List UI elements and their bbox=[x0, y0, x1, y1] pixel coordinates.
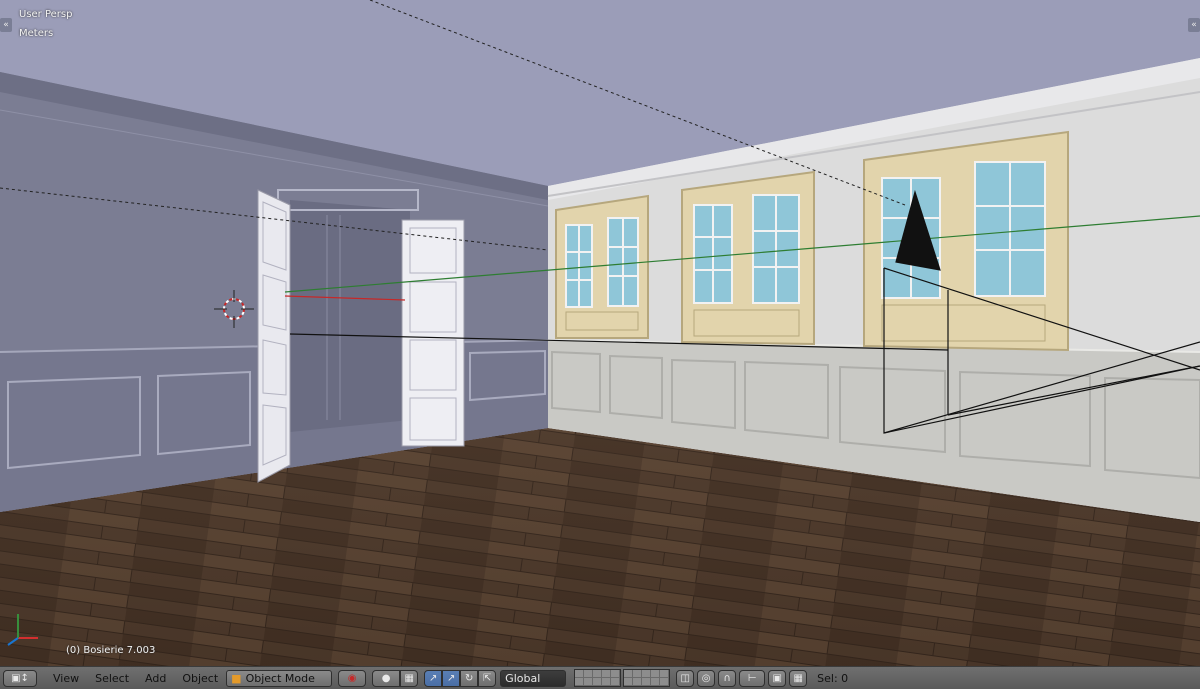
rotate-button[interactable]: ↻ bbox=[460, 669, 479, 687]
door-right bbox=[401, 219, 465, 447]
pivot-group: ● ▦ bbox=[372, 669, 419, 687]
lock-layers-button[interactable]: ◫ bbox=[676, 669, 695, 687]
mode-label: Object Mode bbox=[245, 671, 315, 685]
snap-element-icon: ⊢ bbox=[747, 672, 757, 684]
shading-button[interactable]: ◉ bbox=[338, 669, 367, 687]
updown-icon: ↕ bbox=[20, 672, 29, 684]
layer-block-1[interactable] bbox=[574, 669, 622, 687]
properties-toggle-button[interactable]: « bbox=[1188, 18, 1200, 32]
rotate-icon: ↻ bbox=[464, 672, 474, 684]
orange-cube-icon: ■ bbox=[231, 671, 242, 685]
clapper-icon: ▦ bbox=[793, 672, 803, 684]
scale-icon: ⇱ bbox=[482, 672, 492, 684]
units-label: Meters bbox=[19, 28, 54, 39]
arrow-icon: ↗ bbox=[446, 672, 456, 684]
mode-dropdown[interactable]: ■ Object Mode bbox=[226, 669, 333, 687]
view-name-label: User Persp bbox=[19, 9, 73, 20]
axis-icon: ↗ bbox=[428, 672, 438, 684]
layer-block-2[interactable] bbox=[623, 669, 671, 687]
3d-viewport[interactable]: User Persp Meters (0) Bosierie 7.003 « « bbox=[0, 0, 1200, 666]
camera-icon: ▣ bbox=[772, 672, 782, 684]
scene-render bbox=[0, 0, 1200, 666]
cube-icon: ▣ bbox=[11, 672, 21, 684]
grid-icon: ▦ bbox=[404, 672, 414, 684]
pivot-icon: ● bbox=[381, 672, 391, 684]
pivot-button[interactable]: ● bbox=[372, 669, 401, 687]
scale-button[interactable]: ⇱ bbox=[478, 669, 497, 687]
magnet-icon: ∩ bbox=[723, 672, 731, 684]
menu-object[interactable]: Object bbox=[182, 672, 218, 685]
opengl-anim-button[interactable]: ▦ bbox=[789, 669, 808, 687]
editor-type-button[interactable]: ▣ ↕ bbox=[3, 669, 37, 687]
selection-status: Sel: 0 bbox=[817, 671, 849, 685]
window-2 bbox=[681, 170, 815, 346]
manipulator-toggle[interactable]: ↗ bbox=[424, 669, 443, 687]
snap-element-button[interactable]: ⊢ bbox=[739, 669, 766, 687]
window-1 bbox=[555, 194, 649, 339]
manipulator-group: ↗ ↗ ↻ ⇱ bbox=[424, 669, 497, 687]
viewport-header: ▣ ↕ View Select Add Object ■ Object Mode … bbox=[0, 666, 1200, 689]
orientation-dropdown[interactable]: Global bbox=[500, 669, 567, 687]
active-object-label: (0) Bosierie 7.003 bbox=[66, 645, 156, 656]
lock-icon: ◫ bbox=[680, 672, 690, 684]
layers-widget[interactable] bbox=[572, 669, 671, 687]
shading-sphere-icon: ◉ bbox=[347, 672, 357, 684]
menu-add[interactable]: Add bbox=[145, 672, 166, 685]
snap-icon-button[interactable]: ▦ bbox=[400, 669, 419, 687]
proportional-edit-button[interactable]: ◎ bbox=[697, 669, 716, 687]
proportional-icon: ◎ bbox=[701, 672, 711, 684]
snap-button[interactable]: ∩ bbox=[718, 669, 737, 687]
toolshelf-toggle-button[interactable]: « bbox=[0, 18, 12, 32]
opengl-render-button[interactable]: ▣ bbox=[768, 669, 787, 687]
orientation-label: Global bbox=[505, 671, 541, 685]
translate-button[interactable]: ↗ bbox=[442, 669, 461, 687]
menu-select[interactable]: Select bbox=[95, 672, 129, 685]
menu-view[interactable]: View bbox=[53, 672, 79, 685]
